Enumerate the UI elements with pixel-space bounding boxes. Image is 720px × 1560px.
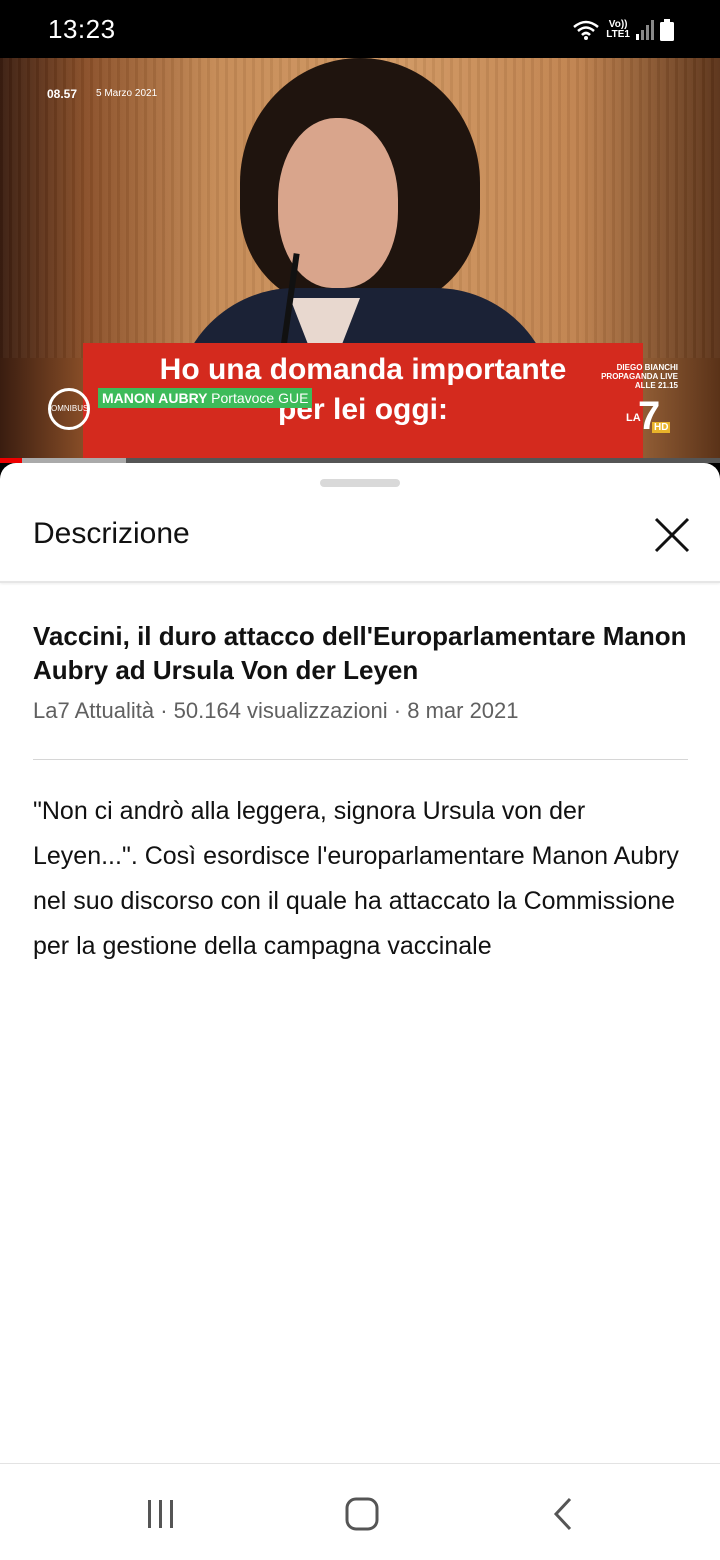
sheet-title: Descrizione <box>33 517 190 550</box>
status-time: 13:23 <box>48 14 116 44</box>
back-button[interactable] <box>544 1494 584 1534</box>
status-icons: Vo)) LTE1 <box>572 17 674 43</box>
recent-apps-icon <box>148 1500 173 1528</box>
description-sheet: Descrizione Vaccini, il duro attacco del… <box>0 463 720 1463</box>
home-icon <box>345 1497 379 1531</box>
video-title: Vaccini, il duro attacco dell'Europarlam… <box>33 621 687 685</box>
back-icon <box>553 1497 572 1531</box>
video-description: "Non ci andrò alla leggera, signora Ursu… <box>33 797 679 960</box>
video-overlay-time: 08.57 <box>47 87 78 101</box>
show-logo: OMNIBUS <box>48 388 90 430</box>
close-button[interactable] <box>648 511 696 559</box>
content-divider <box>33 759 688 760</box>
signal-icon <box>636 20 654 40</box>
promo-text: DIEGO BIANCHI PROPAGANDA LIVE ALLE 21.15 <box>601 363 678 390</box>
video-meta: La7 Attualità · 50.164 visualizzazioni ·… <box>33 698 519 723</box>
speaker-name-tag: MANON AUBRY Portavoce GUE <box>98 388 313 408</box>
battery-icon <box>660 19 674 41</box>
video-player[interactable]: 08.57 5 Marzo 2021 Ho una domanda import… <box>0 58 720 463</box>
drag-handle[interactable] <box>320 479 400 487</box>
navigation-bar <box>0 1463 720 1560</box>
home-button[interactable] <box>342 1494 382 1534</box>
status-bar: 13:23 Vo)) LTE1 <box>0 0 720 58</box>
network-type-label: Vo)) LTE1 <box>606 19 630 40</box>
channel-logo: LA 7 HD <box>626 394 671 438</box>
close-icon <box>654 517 690 553</box>
wifi-icon <box>573 20 600 40</box>
header-divider <box>0 581 720 583</box>
video-overlay-date: 5 Marzo 2021 <box>96 88 158 99</box>
recent-apps-button[interactable] <box>141 1494 181 1534</box>
